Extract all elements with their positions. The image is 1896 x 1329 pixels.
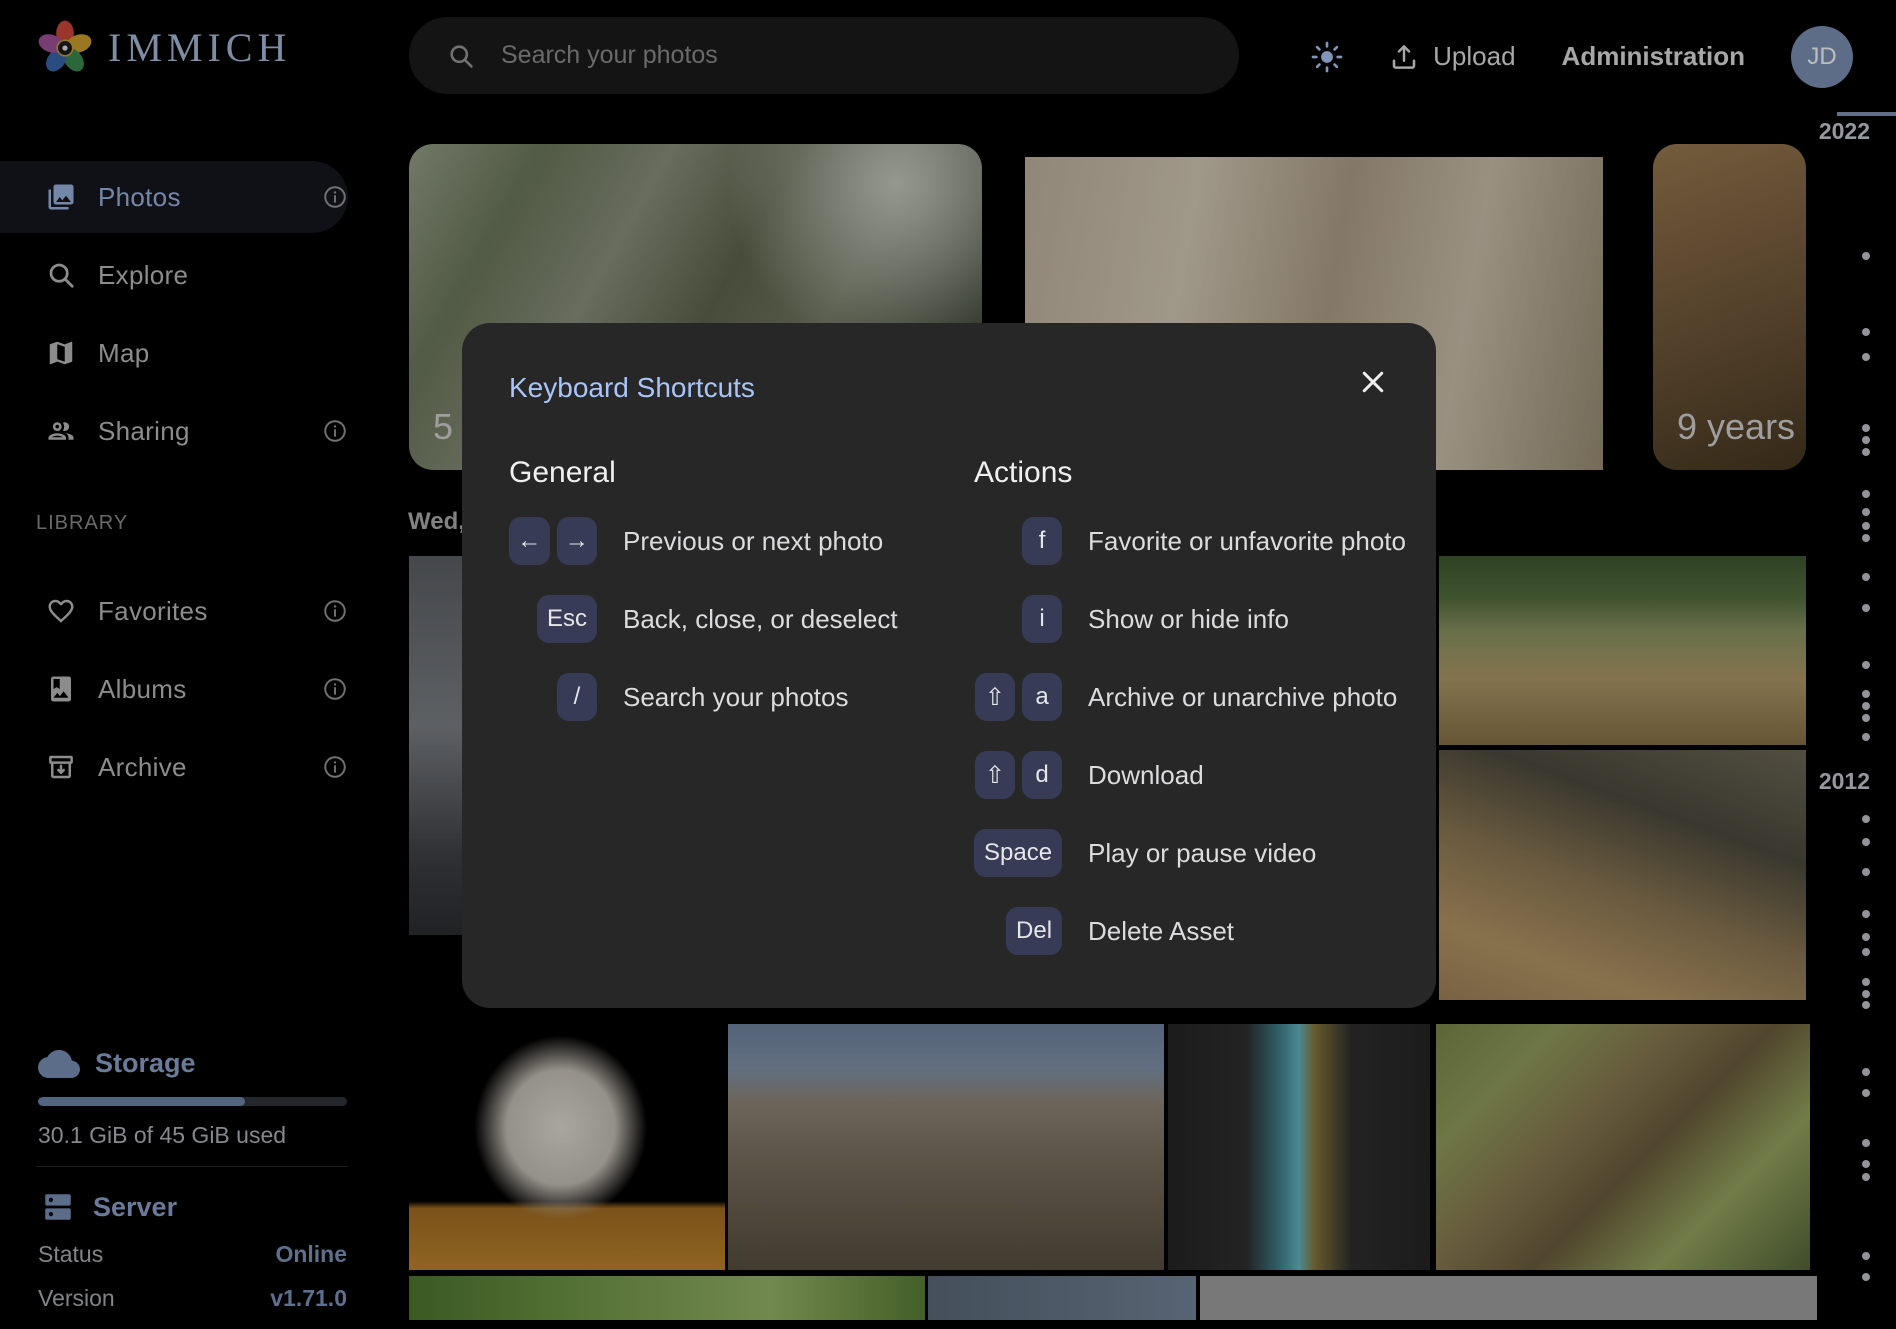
- shortcut-keys: Space: [974, 829, 1062, 877]
- shortcut-row: i Show or hide info: [974, 580, 1406, 658]
- shortcut-section-heading: Actions: [974, 456, 1406, 486]
- key-cap: /: [557, 673, 597, 721]
- shortcut-section-heading: General: [509, 456, 974, 486]
- shortcut-description: Back, close, or deselect: [623, 604, 898, 635]
- shortcut-section: Actions f Favorite or unfavorite photo i Sho…: [974, 456, 1406, 970]
- key-cap: →: [557, 517, 598, 565]
- shortcut-row: ⇧d Download: [974, 736, 1406, 814]
- shortcut-row: ←→ Previous or next photo: [509, 502, 974, 580]
- key-cap: a: [1022, 673, 1062, 721]
- shortcut-description: Archive or unarchive photo: [1088, 682, 1397, 713]
- key-cap: d: [1022, 751, 1062, 799]
- key-cap: Space: [974, 829, 1062, 877]
- key-cap: ←: [509, 517, 550, 565]
- modal-title: Keyboard Shortcuts: [509, 372, 755, 404]
- shortcut-description: Play or pause video: [1088, 838, 1316, 869]
- shortcut-row: Space Play or pause video: [974, 814, 1406, 892]
- shortcut-keys: /: [509, 673, 597, 721]
- key-cap: ⇧: [975, 673, 1015, 721]
- shortcut-row: Del Delete Asset: [974, 892, 1406, 970]
- shortcut-keys: ←→: [509, 517, 597, 565]
- shortcut-row: ⇧a Archive or unarchive photo: [974, 658, 1406, 736]
- shortcut-keys: ⇧d: [974, 751, 1062, 799]
- keyboard-shortcuts-modal: Keyboard Shortcuts General ←→ Previous or …: [462, 323, 1436, 1008]
- shortcut-row: f Favorite or unfavorite photo: [974, 502, 1406, 580]
- shortcut-keys: f: [974, 517, 1062, 565]
- shortcut-description: Previous or next photo: [623, 526, 883, 557]
- shortcut-keys: Esc: [509, 595, 597, 643]
- shortcut-description: Show or hide info: [1088, 604, 1289, 635]
- key-cap: Del: [1006, 907, 1062, 955]
- shortcut-keys: ⇧a: [974, 673, 1062, 721]
- key-cap: f: [1022, 517, 1062, 565]
- shortcut-description: Favorite or unfavorite photo: [1088, 526, 1406, 557]
- key-cap: i: [1022, 595, 1062, 643]
- key-cap: Esc: [537, 595, 597, 643]
- shortcut-description: Search your photos: [623, 682, 848, 713]
- close-icon: [1358, 367, 1388, 397]
- key-cap: ⇧: [975, 751, 1015, 799]
- shortcut-description: Delete Asset: [1088, 916, 1234, 947]
- shortcut-row: / Search your photos: [509, 658, 974, 736]
- shortcut-description: Download: [1088, 760, 1204, 791]
- close-button[interactable]: [1354, 363, 1392, 401]
- shortcut-keys: i: [974, 595, 1062, 643]
- shortcut-keys: Del: [974, 907, 1062, 955]
- shortcut-row: Esc Back, close, or deselect: [509, 580, 974, 658]
- shortcut-section: General ←→ Previous or next photo Esc Back, …: [509, 456, 974, 970]
